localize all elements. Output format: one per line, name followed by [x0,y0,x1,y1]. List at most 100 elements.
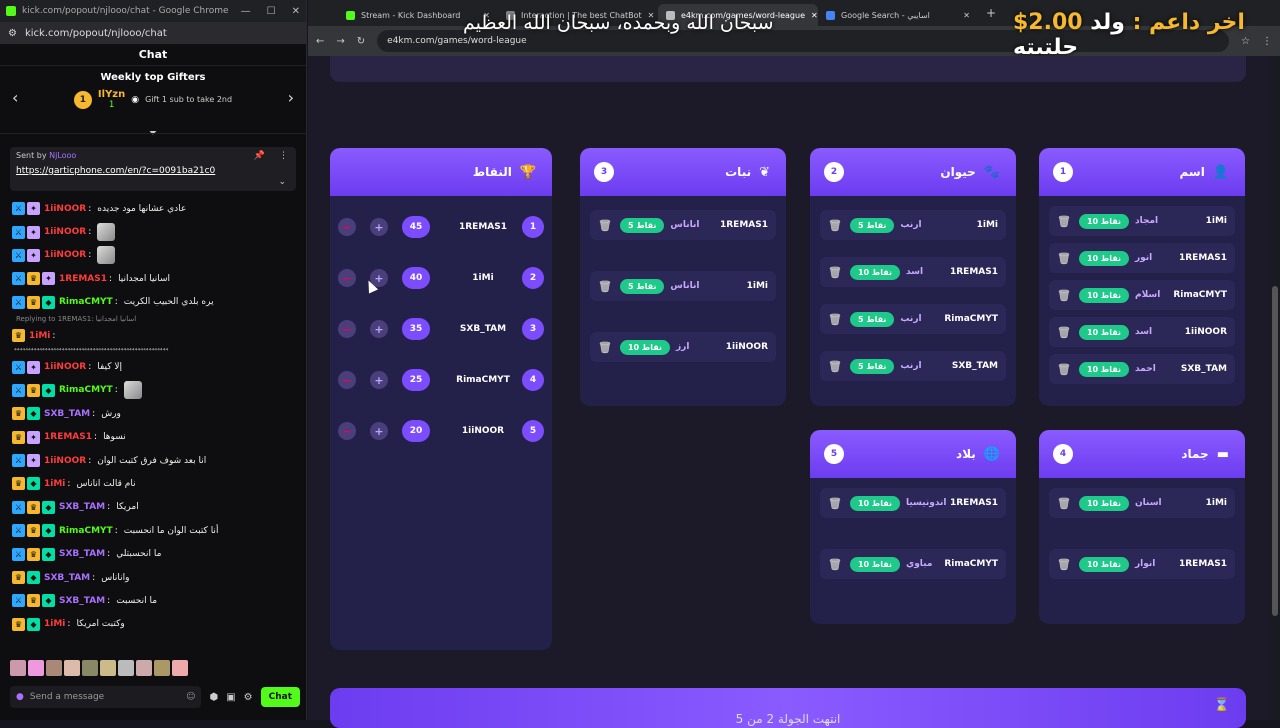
trash-icon[interactable]: 🗑 [1057,252,1071,265]
trash-icon[interactable]: 🗑 [1057,558,1071,571]
emote-icon[interactable] [28,660,44,676]
increase-score-button[interactable]: + [370,320,388,338]
maximize-icon[interactable]: ☐ [267,6,276,17]
trash-icon[interactable]: 🗑 [828,266,842,279]
chat-text: امريكا [116,502,139,513]
trash-icon[interactable]: 🗑 [828,219,842,232]
chat-username[interactable]: 1iMi [44,619,65,629]
microphone-icon[interactable]: ● [16,692,24,702]
decrease-score-button[interactable]: − [338,218,356,236]
minimize-icon[interactable]: — [241,6,251,17]
emote-icon[interactable] [46,660,62,676]
message-input[interactable]: ● Send a message ☺ [10,686,202,708]
chat-username[interactable]: RimaCMYT [59,297,113,307]
back-icon[interactable]: ← [316,36,324,47]
chat-username[interactable]: 1iiNOOR [44,362,86,372]
emote-icon[interactable] [82,660,98,676]
answer-row: 🗑 5 نقاط اناناس 1iMi [590,271,776,301]
increase-score-button[interactable]: + [370,218,388,236]
chat-username[interactable]: 1iiNOOR [44,250,86,260]
emoji-icon[interactable]: ☺ [186,692,195,702]
new-tab-icon[interactable]: + [978,6,1004,26]
chat-username[interactable]: 1iMi [29,331,50,341]
chevron-right-icon[interactable]: › [288,88,294,107]
chat-username[interactable]: 1iiNOOR [44,456,86,466]
chat-username[interactable]: SXB_TAM [59,502,105,512]
answer-player: RimaCMYT [1173,290,1227,300]
chat-username[interactable]: 1REMAS1 [44,432,92,442]
category-card: 2 حيوان 🐾 🗑 5 نقاط ارنب 1iMi 🗑 10 نقاط اسد 1REMAS1… [810,148,1016,406]
chevron-left-icon[interactable]: ‹ [12,88,18,107]
chat-username[interactable]: 1iiNOOR [44,204,86,214]
tab-label: Google Search - اسايبي [841,10,930,20]
gifter-sub-count: 1 [108,100,115,110]
forward-icon[interactable]: → [336,36,344,47]
increase-score-button[interactable]: + [370,371,388,389]
url-text: kick.com/popout/njlooo/chat [24,27,167,39]
emote-icon[interactable] [118,660,134,676]
chat-username[interactable]: 1iiNOOR [44,227,86,237]
gifters-title: Weekly top Gifters [100,72,206,83]
chat-message: ⚔ ✦ 1iiNOOR: [12,220,294,243]
chat-username[interactable]: SXB_TAM [44,409,90,419]
trash-icon[interactable]: 🗑 [598,219,612,232]
decrease-score-button[interactable]: − [338,371,356,389]
tab-label: Stream - Kick Dashboard [361,10,461,20]
emote-icon[interactable] [10,660,26,676]
trash-icon[interactable]: 🗑 [828,360,842,373]
chat-text: اسانيا امجدانيا [118,273,170,284]
trash-icon[interactable]: 🗑 [828,558,842,571]
points-icon[interactable]: ⬢ [209,692,218,703]
answer-word: اسنان [1134,498,1162,508]
emote-icon[interactable] [136,660,152,676]
decrease-score-button[interactable]: − [338,422,356,440]
trash-icon[interactable]: 🗑 [1057,215,1071,228]
scrollbar[interactable] [1270,56,1280,720]
increase-score-button[interactable]: + [370,422,388,440]
points-pill: 10 نقاط [1078,495,1129,511]
emote-icon[interactable] [64,660,80,676]
trash-icon[interactable]: 🗑 [1057,363,1071,376]
emote-icon[interactable] [154,660,170,676]
more-icon[interactable]: ⋮ [279,151,288,161]
pinned-link[interactable]: https://garticphone.com/en/?c=0091ba21c0 [16,166,290,176]
pin-icon[interactable]: 📌 [254,151,265,161]
chat-username[interactable]: SXB_TAM [59,549,105,559]
emote-icon[interactable] [100,660,116,676]
trash-icon[interactable]: 🗑 [828,313,842,326]
trash-icon[interactable]: 🗑 [1057,289,1071,302]
category-number: 3 [594,162,614,182]
tab-close-icon[interactable]: ✕ [963,11,970,20]
chat-message: ⚔ ♛ ✦ 1REMAS1: اسانيا امجدانيا [12,267,294,290]
chat-username[interactable]: 1REMAS1 [59,274,107,284]
tab-close-icon[interactable]: ✕ [811,11,818,20]
trash-icon[interactable]: 🗑 [598,341,612,354]
url-bar[interactable]: ⚙ kick.com/popout/njlooo/chat [0,22,306,44]
chevron-down-icon[interactable]: ⌄ [278,177,286,187]
trash-icon[interactable]: 🗑 [1057,326,1071,339]
chat-username[interactable]: RimaCMYT [59,526,113,536]
trash-icon[interactable]: 🗑 [598,280,612,293]
decrease-score-button[interactable]: − [338,269,356,287]
decrease-score-button[interactable]: − [338,320,356,338]
player-name: 1iMi [472,273,494,283]
chat-username[interactable]: 1iMi [44,479,65,489]
chat-username[interactable]: SXB_TAM [44,573,90,583]
chat-username[interactable]: RimaCMYT [59,385,113,395]
chat-username[interactable]: SXB_TAM [59,596,105,606]
gifter-name: IlYzn [97,89,126,100]
emote-icon[interactable] [172,660,188,676]
trash-icon[interactable]: 🗑 [1057,497,1071,510]
close-icon[interactable]: ✕ [292,6,300,17]
chat-send-button[interactable]: Chat [260,687,300,707]
top-bar [330,56,1246,82]
settings-icon[interactable]: ⚙ [244,692,253,703]
browser-tab[interactable]: Google Search - اسايبي ✕ [818,4,978,26]
site-settings-icon[interactable]: ⚙ [8,28,17,39]
reload-icon[interactable]: ↻ [357,36,365,47]
points-pill: 10 نقاط [1078,213,1129,229]
player-rank: 2 [522,267,544,289]
answer-player: 1REMAS1 [1178,253,1227,263]
gift-icon[interactable]: ▣ [226,692,235,703]
trash-icon[interactable]: 🗑 [828,497,842,510]
